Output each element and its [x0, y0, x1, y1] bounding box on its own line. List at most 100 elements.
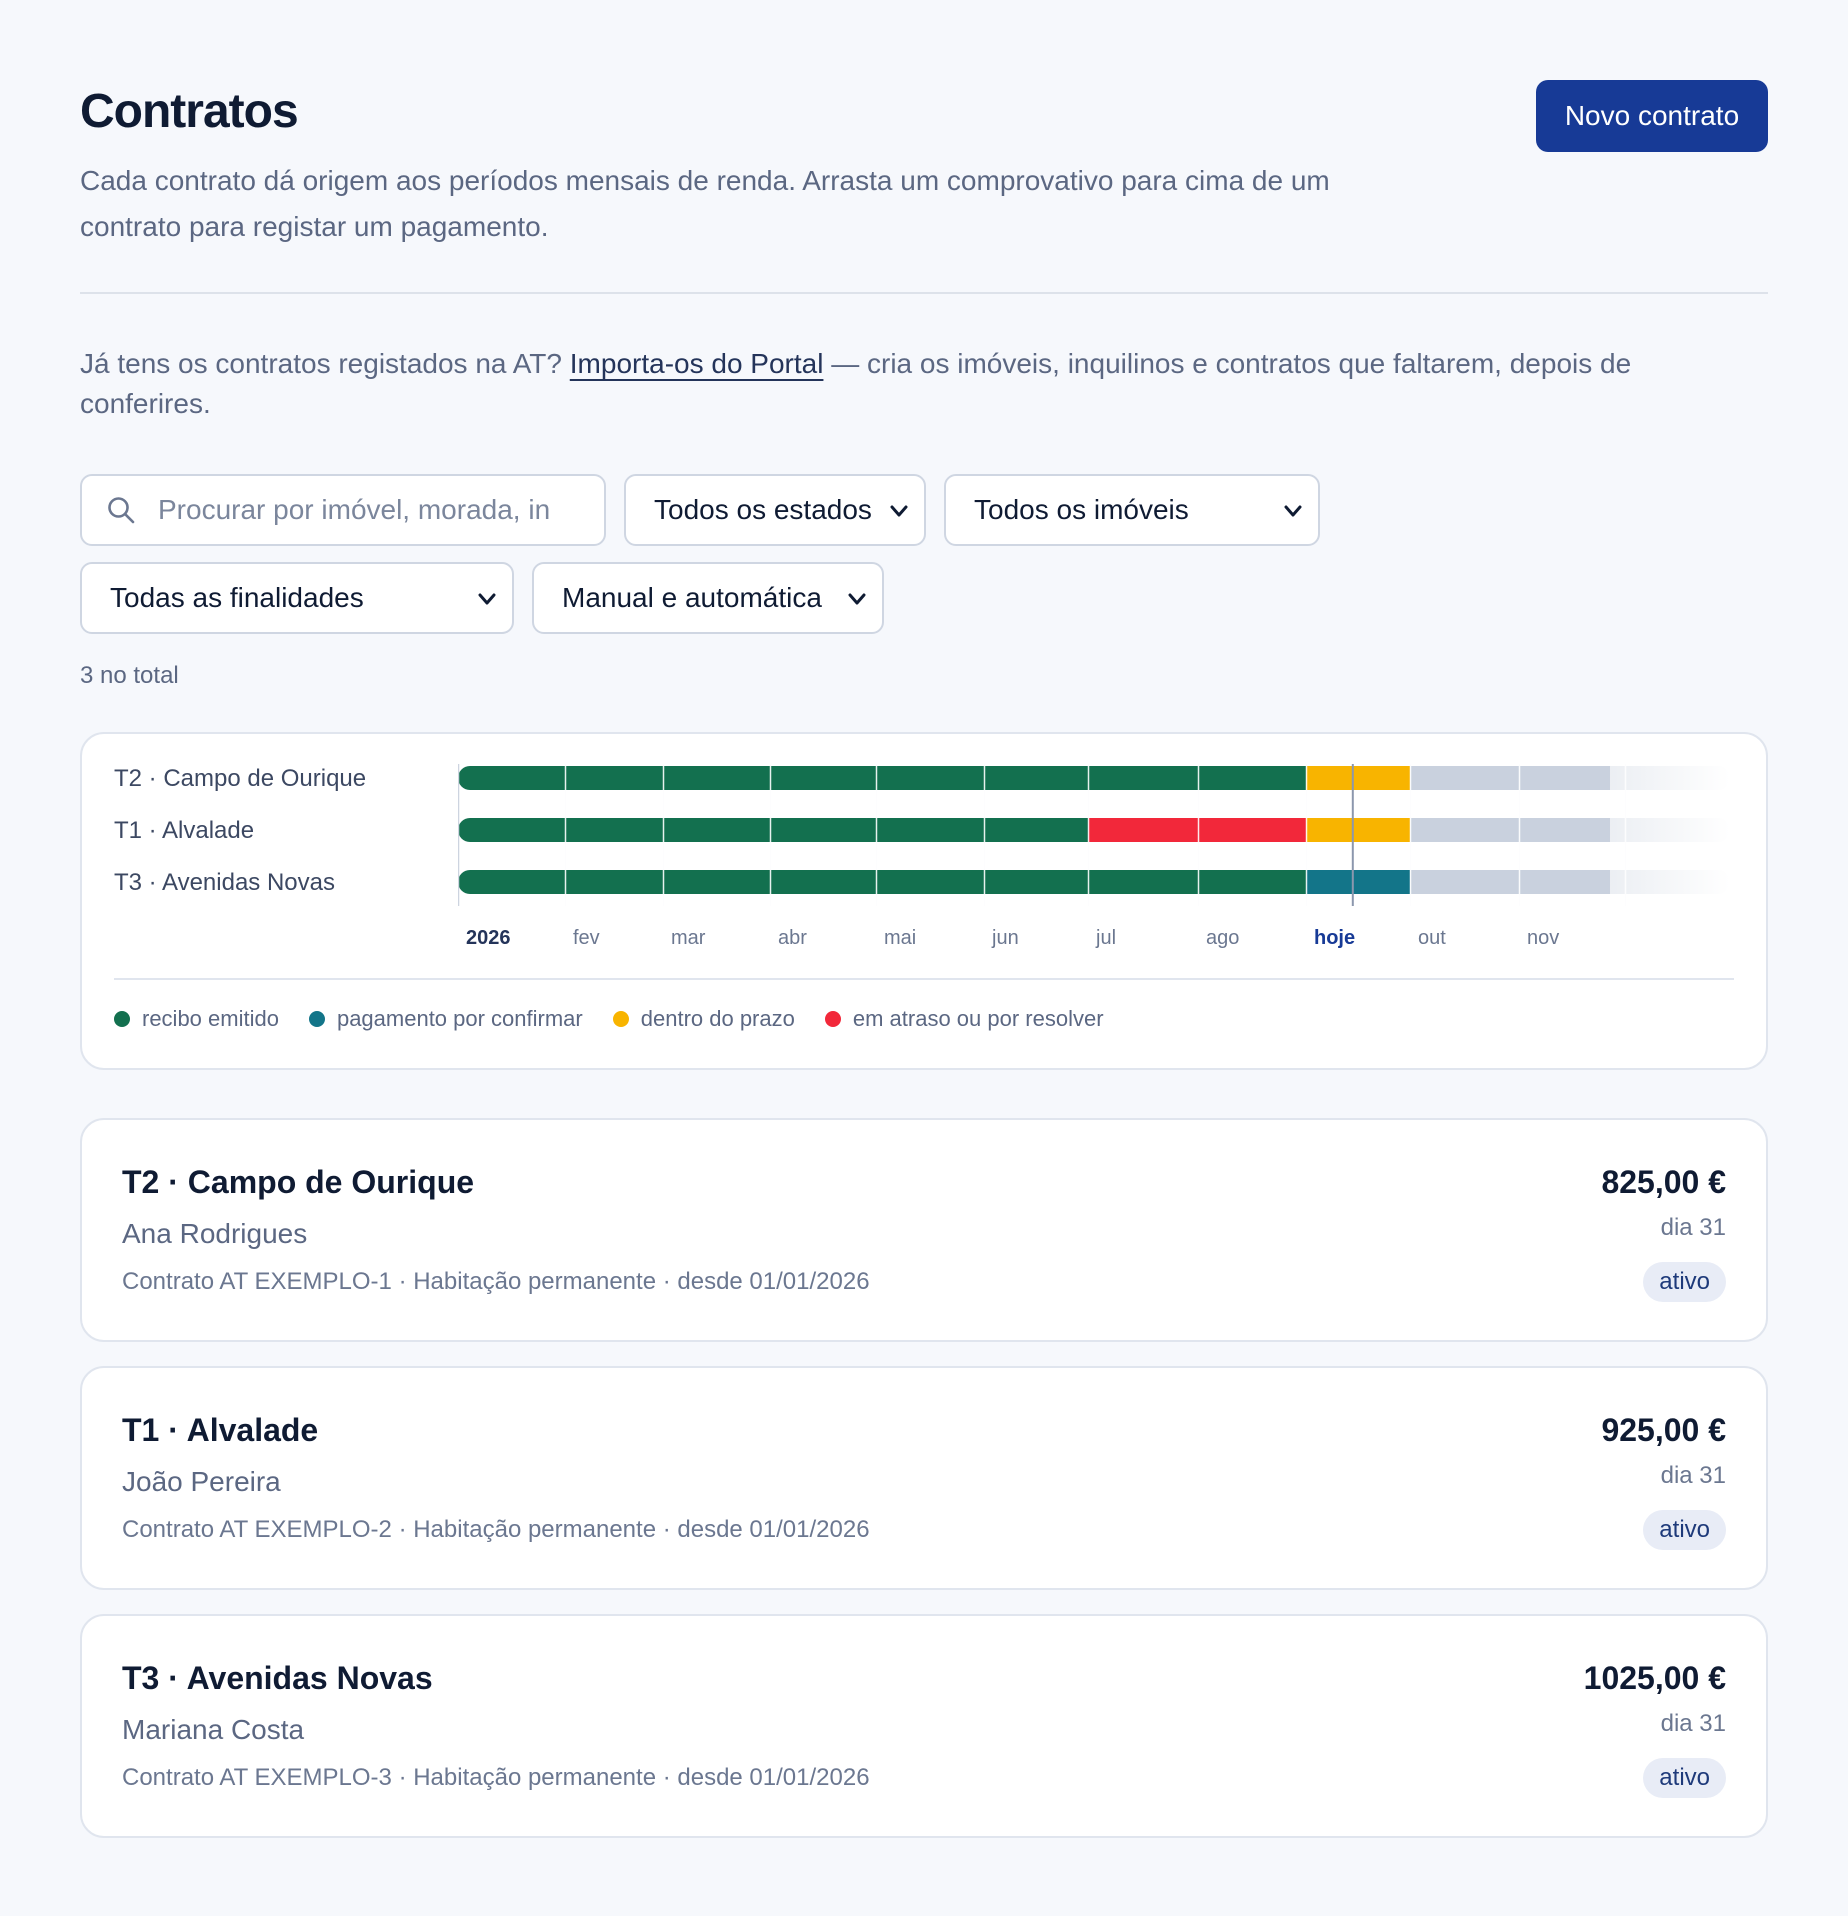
contract-card[interactable]: T2 · Campo de Ourique Ana Rodrigues Cont…: [80, 1118, 1768, 1342]
import-prefix: Já tens os contratos registados na AT?: [80, 348, 570, 379]
timeline-period-pagamento-por-confirmar[interactable]: [1306, 870, 1410, 894]
legend-item-atraso: em atraso ou por resolver: [824, 1006, 1104, 1032]
timeline-future-segment: [1410, 870, 1610, 894]
legend-dot: [824, 1011, 841, 1027]
legend-item-recibo: recibo emitido: [114, 1006, 279, 1032]
property-filter-value: Todos os imóveis: [974, 494, 1189, 525]
page-header: Contratos Cada contrato dá origem aos pe…: [80, 0, 1768, 250]
mode-filter-value: Manual e automática: [562, 582, 822, 613]
timeline-period-recibo-emitido[interactable]: [876, 870, 984, 894]
chevron-down-icon: [478, 593, 496, 605]
import-portal-link[interactable]: Importa-os do Portal: [570, 348, 824, 379]
legend-label: em atraso ou por resolver: [852, 1006, 1104, 1031]
import-notice: Já tens os contratos registados na AT? I…: [80, 344, 1760, 424]
timeline-legend: recibo emitido pagamento por confirmar d…: [114, 1006, 1104, 1032]
timeline-month-label: 2026: [466, 927, 511, 949]
timeline-row-label: T2 · Campo de Ourique: [114, 765, 367, 792]
timeline-period-recibo-emitido[interactable]: [470, 870, 565, 894]
status-filter-select[interactable]: Todos os estados: [624, 474, 926, 546]
purpose-filter-select[interactable]: Todas as finalidades: [80, 562, 514, 634]
property-filter-select[interactable]: Todos os imóveis: [944, 474, 1320, 546]
timeline-labels: T2 · Campo de Ourique T1 · Alvalade T3 ·…: [114, 764, 366, 920]
timeline-period-recibo-emitido[interactable]: [770, 818, 876, 842]
new-contract-button[interactable]: Novo contrato: [1536, 80, 1768, 152]
results-count: 3 no total: [80, 662, 179, 689]
timeline-period-recibo-emitido[interactable]: [565, 818, 663, 842]
contracts-page: Contratos Cada contrato dá origem aos pe…: [0, 0, 1848, 1916]
legend-dot: [612, 1011, 629, 1027]
timeline-period-recibo-emitido[interactable]: [984, 870, 1088, 894]
filters-bar: Procurar por imóvel, morada, in Todos os…: [80, 474, 1768, 634]
contract-due-day: dia 31: [1660, 1462, 1726, 1489]
contract-amount: 825,00 €: [1601, 1164, 1726, 1200]
timeline-month-label: out: [1418, 927, 1446, 949]
status-badge: ativo: [1643, 1510, 1726, 1550]
contract-amount: 925,00 €: [1601, 1412, 1726, 1448]
timeline-month-label: jul: [1095, 927, 1116, 949]
timeline-period-recibo-emitido[interactable]: [470, 766, 565, 790]
timeline-period-recibo-emitido[interactable]: [770, 766, 876, 790]
mode-filter-select[interactable]: Manual e automática: [532, 562, 884, 634]
timeline-card: T2 · Campo de Ourique T1 · Alvalade T3 ·…: [80, 732, 1768, 1070]
timeline-month-label: nov: [1527, 927, 1559, 949]
status-badge: ativo: [1643, 1262, 1726, 1302]
chevron-down-icon: [890, 505, 908, 517]
contract-meta: Contrato AT EXEMPLO-2 · Habitação perman…: [122, 1516, 870, 1543]
search-input[interactable]: Procurar por imóvel, morada, in: [80, 474, 606, 546]
timeline-month-label: jun: [991, 927, 1019, 949]
chevron-down-icon: [848, 593, 866, 605]
page-subtitle: Cada contrato dá origem aos períodos men…: [80, 165, 1330, 242]
timeline-month-label: hoje: [1314, 927, 1355, 949]
timeline-period-recibo-emitido[interactable]: [565, 766, 663, 790]
status-badge: ativo: [1643, 1758, 1726, 1798]
contract-tenant: Ana Rodrigues: [122, 1218, 308, 1249]
timeline-period-recibo-emitido[interactable]: [984, 818, 1088, 842]
contract-meta: Contrato AT EXEMPLO-1 · Habitação perman…: [122, 1268, 870, 1295]
timeline-divider: [114, 978, 1734, 980]
timeline-period-recibo-emitido[interactable]: [1088, 870, 1198, 894]
timeline-period-recibo-emitido[interactable]: [770, 870, 876, 894]
timeline-month-label: fev: [573, 927, 600, 949]
purpose-filter-value: Todas as finalidades: [110, 582, 364, 613]
timeline-period-em-atraso[interactable]: [1198, 818, 1306, 842]
timeline-row-label: T1 · Alvalade: [114, 817, 255, 844]
timeline-month-label: mar: [671, 927, 706, 949]
timeline-future-segment: [1410, 766, 1610, 790]
legend-label: recibo emitido: [142, 1006, 279, 1031]
timeline-month-label: abr: [778, 927, 807, 949]
timeline-period-recibo-emitido[interactable]: [876, 818, 984, 842]
timeline-period-recibo-emitido[interactable]: [663, 870, 770, 894]
contract-card[interactable]: T1 · Alvalade João Pereira Contrato AT E…: [80, 1366, 1768, 1590]
timeline-period-recibo-emitido[interactable]: [470, 818, 565, 842]
contract-card[interactable]: T3 · Avenidas Novas Mariana Costa Contra…: [80, 1614, 1768, 1838]
contract-tenant: João Pereira: [122, 1466, 281, 1497]
legend-item-confirmar: pagamento por confirmar: [308, 1006, 583, 1032]
legend-item-prazo: dentro do prazo: [612, 1006, 795, 1032]
timeline-period-recibo-emitido[interactable]: [984, 766, 1088, 790]
timeline-row-label: T3 · Avenidas Novas: [114, 869, 336, 896]
timeline-period-dentro-do-prazo[interactable]: [1306, 766, 1410, 790]
timeline-period-em-atraso[interactable]: [1088, 818, 1198, 842]
status-filter-value: Todos os estados: [654, 494, 872, 525]
timeline-period-recibo-emitido[interactable]: [876, 766, 984, 790]
timeline-period-recibo-emitido[interactable]: [1198, 766, 1306, 790]
legend-dot: [308, 1011, 325, 1027]
contract-meta: Contrato AT EXEMPLO-3 · Habitação perman…: [122, 1764, 870, 1791]
contract-due-day: dia 31: [1660, 1214, 1726, 1241]
legend-dot: [114, 1011, 130, 1027]
legend-label: pagamento por confirmar: [336, 1006, 583, 1031]
timeline-period-recibo-emitido[interactable]: [663, 766, 770, 790]
timeline-period-recibo-emitido[interactable]: [1198, 870, 1306, 894]
search-icon: [108, 497, 135, 524]
contract-title: T1 · Alvalade: [122, 1412, 319, 1448]
contracts-list: T2 · Campo de Ourique Ana Rodrigues Cont…: [80, 1118, 1768, 1838]
header-divider: [80, 292, 1768, 294]
contract-tenant: Mariana Costa: [122, 1714, 305, 1745]
contract-amount: 1025,00 €: [1583, 1660, 1726, 1696]
timeline-period-recibo-emitido[interactable]: [565, 870, 663, 894]
legend-label: dentro do prazo: [640, 1006, 795, 1031]
timeline-month-label: mai: [884, 927, 916, 949]
timeline-period-recibo-emitido[interactable]: [663, 818, 770, 842]
timeline-period-recibo-emitido[interactable]: [1088, 766, 1198, 790]
timeline-period-dentro-do-prazo[interactable]: [1306, 818, 1410, 842]
